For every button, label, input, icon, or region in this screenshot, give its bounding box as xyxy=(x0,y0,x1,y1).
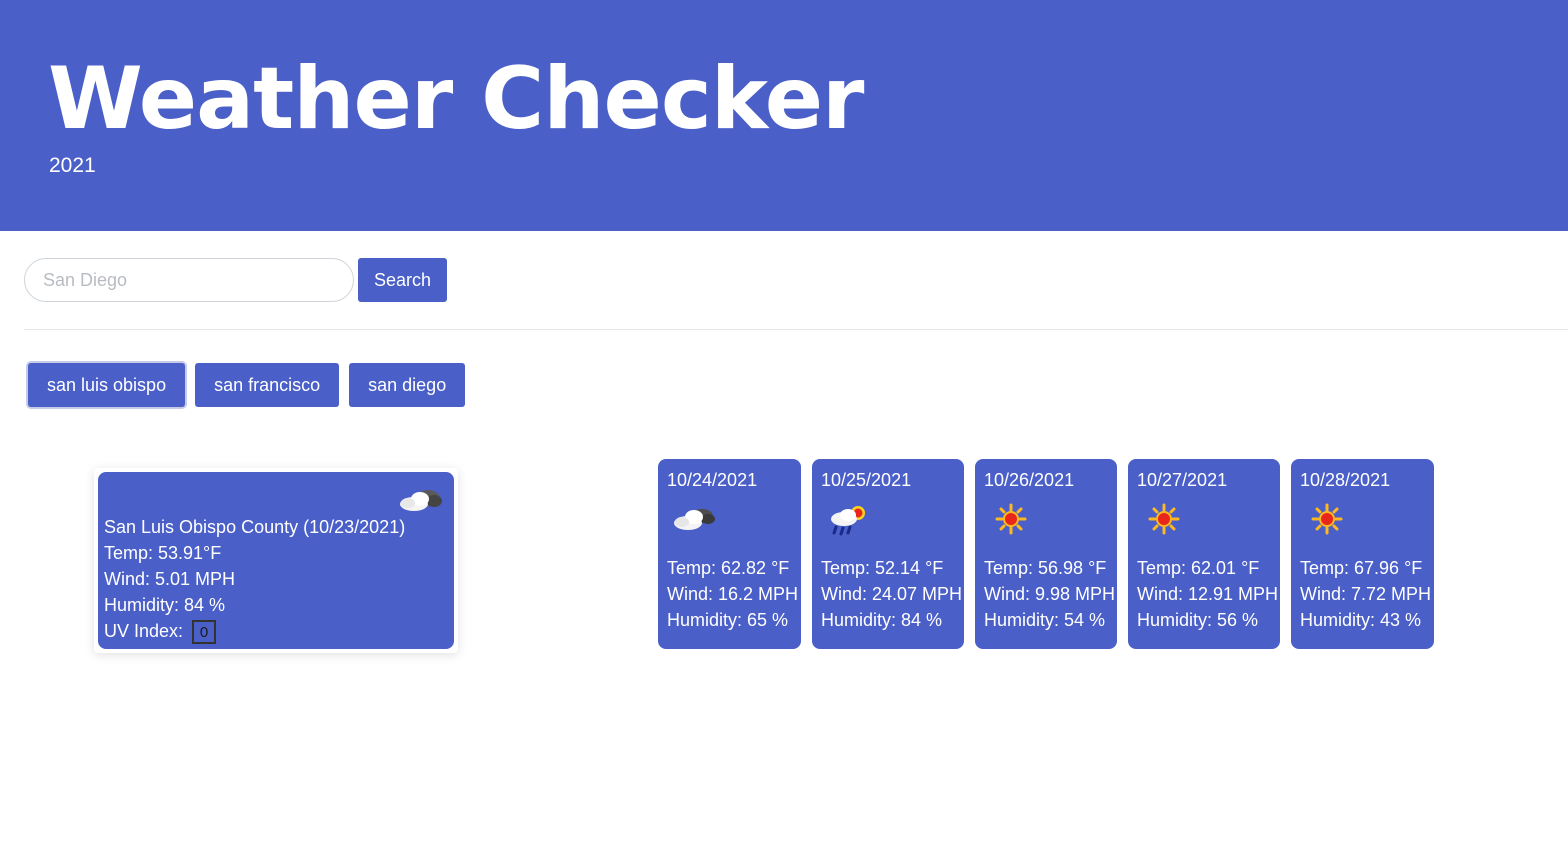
history-button-san-francisco[interactable]: san francisco xyxy=(195,363,340,407)
forecast-wind: Wind: 12.91 MPH xyxy=(1137,584,1279,604)
current-weather-panel: San Luis Obispo County (10/23/2021) Temp… xyxy=(98,472,454,649)
history-button-san-luis-obispo[interactable]: san luis obispo xyxy=(28,363,186,407)
forecast-wind: Wind: 24.07 MPH xyxy=(821,584,963,604)
forecast-stats: Temp: 56.98 °F Wind: 9.98 MPH Humidity: … xyxy=(984,555,1115,633)
history-button-san-diego[interactable]: san diego xyxy=(349,363,466,407)
forecast-temp: Temp: 52.14 °F xyxy=(821,558,944,578)
current-temp: Temp: 53.91°F xyxy=(104,543,222,563)
current-city-date: San Luis Obispo County (10/23/2021) xyxy=(104,517,406,537)
forecast-wind: Wind: 7.72 MPH xyxy=(1300,584,1432,604)
forecast-wind: Wind: 9.98 MPH xyxy=(984,584,1116,604)
forecast-stats: Temp: 62.01 °F Wind: 12.91 MPH Humidity:… xyxy=(1137,555,1278,633)
forecast-date: 10/24/2021 xyxy=(667,470,758,490)
forecast-card: 10/27/2021 Temp: 62.01 °F Wind: 12.91 MP… xyxy=(1128,459,1280,649)
current-humidity: Humidity: 84 % xyxy=(104,595,226,615)
forecast-stats: Temp: 52.14 °F Wind: 24.07 MPH Humidity:… xyxy=(821,555,962,633)
current-wind: Wind: 5.01 MPH xyxy=(104,569,236,589)
current-weather-card: San Luis Obispo County (10/23/2021) Temp… xyxy=(94,468,458,653)
page-title: Weather Checker xyxy=(48,49,864,149)
rain-sun-icon xyxy=(824,503,872,542)
forecast-temp: Temp: 62.82 °F xyxy=(667,558,790,578)
forecast-card: 10/28/2021 Temp: 67.96 °F Wind: 7.72 MPH… xyxy=(1291,459,1434,649)
search-button[interactable]: Search xyxy=(358,258,447,302)
sun-icon xyxy=(1148,503,1180,540)
forecast-date: 10/25/2021 xyxy=(821,470,912,490)
forecast-temp: Temp: 62.01 °F xyxy=(1137,558,1260,578)
forecast-card: 10/25/2021 Temp: 52.14 °F Wind: 24.07 MP… xyxy=(812,459,964,649)
page-subtitle: 2021 xyxy=(49,154,96,177)
divider xyxy=(24,329,1568,330)
forecast-humidity: Humidity: 84 % xyxy=(821,610,943,630)
forecast-card: 10/24/2021 Temp: 62.82 °F Wind: 16.2 MPH… xyxy=(658,459,801,649)
forecast-humidity: Humidity: 65 % xyxy=(667,610,789,630)
forecast-card: 10/26/2021 Temp: 56.98 °F Wind: 9.98 MPH… xyxy=(975,459,1117,649)
forecast-stats: Temp: 67.96 °F Wind: 7.72 MPH Humidity: … xyxy=(1300,555,1431,633)
forecast-date: 10/26/2021 xyxy=(984,470,1075,490)
sun-icon xyxy=(1311,503,1343,540)
sun-icon xyxy=(995,503,1027,540)
forecast-stats: Temp: 62.82 °F Wind: 16.2 MPH Humidity: … xyxy=(667,555,798,633)
forecast-date: 10/27/2021 xyxy=(1137,470,1228,490)
current-weather-details: San Luis Obispo County (10/23/2021) Temp… xyxy=(104,514,406,645)
forecast-wind: Wind: 16.2 MPH xyxy=(667,584,799,604)
forecast-date: 10/28/2021 xyxy=(1300,470,1391,490)
search-history: san luis obispo san francisco san diego xyxy=(28,363,466,407)
header-banner: Weather Checker 2021 xyxy=(0,0,1568,231)
uv-label: UV Index: xyxy=(104,621,184,641)
forecast-humidity: Humidity: 43 % xyxy=(1300,610,1422,630)
current-uv-row: UV Index: 0 xyxy=(104,618,405,645)
uv-index-badge: 0 xyxy=(192,620,217,645)
forecast-temp: Temp: 67.96 °F xyxy=(1300,558,1423,578)
forecast-temp: Temp: 56.98 °F xyxy=(984,558,1107,578)
forecast-humidity: Humidity: 56 % xyxy=(1137,610,1259,630)
cloudy-icon xyxy=(670,503,718,540)
city-search-input[interactable] xyxy=(24,258,354,302)
forecast-humidity: Humidity: 54 % xyxy=(984,610,1106,630)
